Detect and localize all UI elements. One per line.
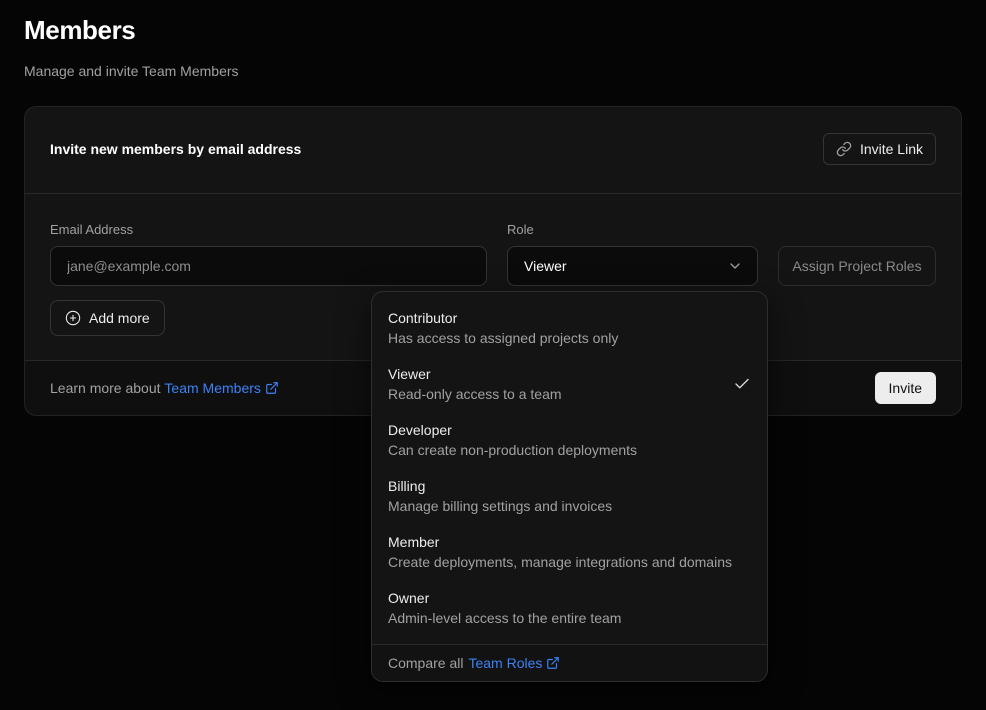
role-option-name: Contributor — [388, 308, 618, 328]
role-option-owner[interactable]: OwnerAdmin-level access to the entire te… — [372, 580, 767, 636]
role-dropdown-options: ContributorHas access to assigned projec… — [372, 292, 767, 644]
role-option-developer[interactable]: DeveloperCan create non-production deplo… — [372, 412, 767, 468]
assign-project-roles-label: Assign Project Roles — [792, 258, 921, 274]
circle-plus-icon — [65, 310, 81, 326]
invite-button[interactable]: Invite — [875, 372, 936, 404]
team-roles-link-label: Team Roles — [468, 653, 542, 673]
role-option-description: Can create non-production deployments — [388, 440, 637, 460]
role-option-name: Member — [388, 532, 732, 552]
page-title: Members — [24, 15, 962, 45]
role-option-viewer[interactable]: ViewerRead-only access to a team — [372, 356, 767, 412]
team-members-link-label: Team Members — [164, 380, 260, 396]
email-input[interactable] — [50, 246, 487, 286]
add-more-button-label: Add more — [89, 310, 150, 326]
role-option-member[interactable]: MemberCreate deployments, manage integra… — [372, 524, 767, 580]
role-option-billing[interactable]: BillingManage billing settings and invoi… — [372, 468, 767, 524]
role-select-value: Viewer — [524, 258, 567, 274]
role-option-name: Owner — [388, 588, 621, 608]
add-more-button[interactable]: Add more — [50, 300, 165, 336]
role-option-description: Manage billing settings and invoices — [388, 496, 612, 516]
learn-more-text: Learn more about Team Members — [50, 380, 279, 396]
invite-button-label: Invite — [889, 380, 922, 396]
page-subtitle: Manage and invite Team Members — [24, 61, 962, 81]
invite-link-button[interactable]: Invite Link — [823, 133, 936, 165]
assign-project-roles-button[interactable]: Assign Project Roles — [778, 246, 936, 286]
email-label: Email Address — [50, 222, 487, 238]
role-option-name: Viewer — [388, 364, 562, 384]
role-label: Role — [507, 222, 758, 238]
page-header: Members Manage and invite Team Members — [0, 0, 986, 81]
role-select[interactable]: Viewer — [507, 246, 758, 286]
external-link-icon — [546, 656, 560, 670]
role-option-description: Read-only access to a team — [388, 384, 562, 404]
role-option-contributor[interactable]: ContributorHas access to assigned projec… — [372, 300, 767, 356]
role-option-description: Has access to assigned projects only — [388, 328, 618, 348]
role-dropdown-footer: Compare all Team Roles — [372, 644, 767, 681]
compare-all-text: Compare all — [388, 653, 463, 673]
card-header: Invite new members by email address Invi… — [25, 107, 961, 194]
role-option-name: Developer — [388, 420, 637, 440]
chevron-down-icon — [727, 258, 743, 274]
team-roles-link[interactable]: Team Roles — [468, 653, 560, 673]
external-link-icon — [265, 381, 279, 395]
card-title: Invite new members by email address — [50, 139, 301, 159]
link-icon — [836, 141, 852, 157]
role-option-description: Create deployments, manage integrations … — [388, 552, 732, 572]
role-option-description: Admin-level access to the entire team — [388, 608, 621, 628]
role-option-name: Billing — [388, 476, 612, 496]
learn-more-prefix: Learn more about — [50, 380, 161, 396]
role-dropdown: ContributorHas access to assigned projec… — [371, 291, 768, 682]
invite-link-button-label: Invite Link — [860, 141, 923, 157]
check-icon — [733, 375, 751, 393]
team-members-link[interactable]: Team Members — [164, 380, 278, 396]
